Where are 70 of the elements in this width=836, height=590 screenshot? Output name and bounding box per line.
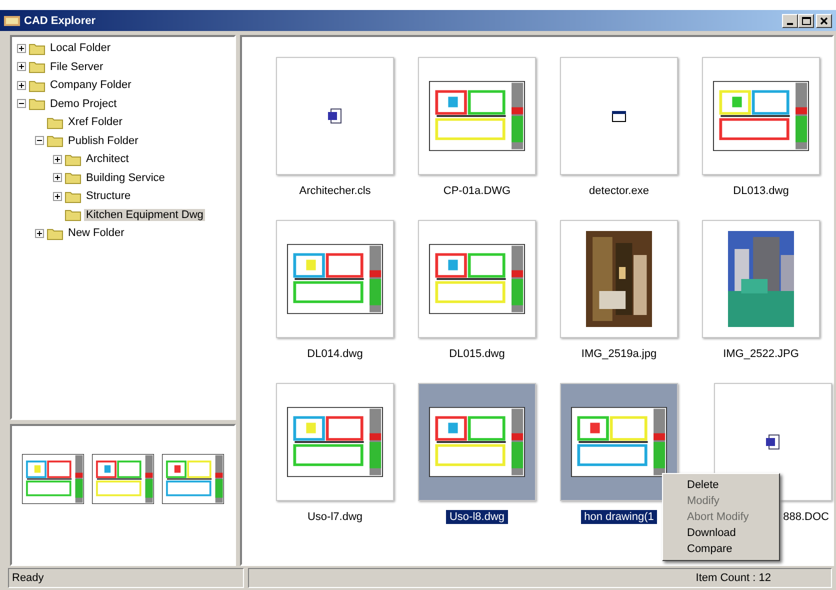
tree-item[interactable]: Architect [84, 153, 131, 166]
expand-icon[interactable] [35, 228, 44, 238]
file-name: IMG_2522.JPG [722, 347, 800, 361]
item-count: Item Count : 12 [248, 568, 832, 588]
tree-item[interactable]: Structure [84, 190, 133, 202]
file-name: Architecher.cls [298, 184, 372, 198]
file-name: DL013.dwg [732, 184, 790, 198]
tree-item[interactable]: Kitchen Equipment Dwg [84, 208, 206, 221]
close-button[interactable] [816, 14, 832, 28]
folder-icon [47, 226, 63, 240]
document-icon [766, 434, 780, 450]
folder-icon [65, 208, 81, 222]
file-thumbnail[interactable] [276, 383, 394, 501]
window-title: CAD Explorer [24, 14, 97, 26]
menu-item[interactable]: Compare [663, 541, 779, 557]
tree-item[interactable]: New Folder [66, 227, 126, 240]
file-name: DL014.dwg [306, 347, 364, 361]
folder-icon [65, 190, 81, 203]
tree-item[interactable]: Local Folder [48, 42, 113, 54]
file-name: hon drawing(1 [581, 510, 657, 524]
folder-icon [47, 116, 63, 129]
tree-item[interactable]: Company Folder [48, 79, 134, 92]
expand-icon[interactable] [17, 80, 26, 90]
folder-icon [65, 152, 81, 166]
minimize-icon [787, 22, 793, 24]
file-thumbnail[interactable] [418, 57, 536, 175]
folder-icon [29, 97, 45, 110]
maximize-icon [802, 16, 810, 24]
file-name: DL015.dwg [448, 347, 506, 361]
expand-icon[interactable] [53, 154, 62, 164]
file-name: Uso-l8.dwg [446, 510, 508, 524]
tree-item[interactable]: Demo Project [48, 98, 119, 110]
expand-icon[interactable] [17, 44, 26, 53]
file-thumbnail[interactable] [702, 57, 820, 175]
file-thumbnail[interactable] [560, 220, 678, 338]
file-thumbnail[interactable] [560, 57, 678, 175]
maximize-button[interactable] [798, 14, 814, 28]
file-thumbnail[interactable] [276, 220, 394, 338]
app-icon [4, 14, 20, 26]
file-thumbnail[interactable] [276, 57, 394, 175]
tree-item[interactable]: Publish Folder [66, 134, 140, 147]
file-thumbnail[interactable] [702, 220, 820, 338]
collapse-icon[interactable] [35, 136, 44, 146]
folder-icon [65, 171, 81, 184]
file-name: 888.DOC [782, 510, 830, 524]
menu-item[interactable]: Delete [663, 477, 779, 493]
file-name: CP-01a.DWG [442, 184, 512, 198]
tree-item[interactable]: File Server [48, 60, 106, 73]
close-icon [820, 16, 828, 24]
file-name: detector.exe [588, 184, 650, 198]
folder-icon [29, 42, 45, 55]
file-name: Uso-l7.dwg [306, 510, 364, 524]
folder-icon [29, 78, 45, 92]
file-name: IMG_2519a.jpg [580, 347, 658, 361]
expand-icon[interactable] [53, 192, 62, 201]
collapse-icon[interactable] [17, 99, 26, 108]
expand-icon[interactable] [53, 173, 62, 182]
file-thumbnail[interactable] [560, 383, 678, 501]
tree-item[interactable]: Building Service [84, 172, 167, 184]
minimize-button[interactable] [782, 14, 798, 28]
menu-item[interactable]: Download [663, 525, 779, 541]
expand-icon[interactable] [17, 62, 26, 72]
folder-icon [47, 134, 63, 148]
status-text: Ready [8, 568, 244, 588]
folder-icon [29, 60, 45, 74]
window-icon [612, 110, 626, 122]
file-thumbnail[interactable] [418, 220, 536, 338]
tree-item[interactable]: Xref Folder [66, 116, 124, 128]
file-thumbnail[interactable] [418, 383, 536, 501]
document-icon [328, 108, 342, 124]
